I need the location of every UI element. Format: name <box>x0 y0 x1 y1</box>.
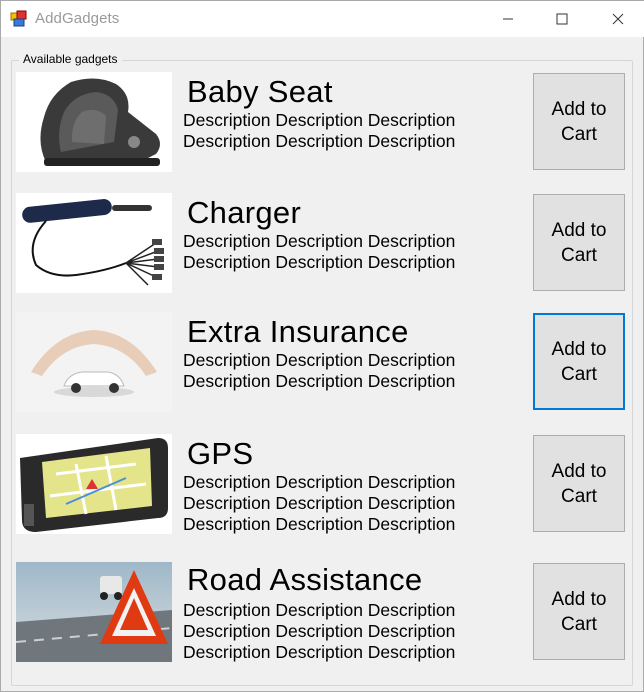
item-description-line: Description Description Description <box>183 231 456 251</box>
item-description-line: Description Description Description <box>183 350 456 370</box>
add-to-cart-button-baby-seat[interactable]: Add to Cart <box>533 73 625 170</box>
item-description-line: Description Description Description <box>183 642 456 662</box>
item-name: Charger <box>187 195 302 230</box>
item-description-line: Description Description Description <box>183 514 456 534</box>
app-window: AddGadgets Available gadgets Baby Seat D… <box>0 0 644 692</box>
item-name: Road Assistance <box>187 562 423 597</box>
charger-image <box>16 193 172 293</box>
maximize-icon <box>556 13 568 25</box>
group-label: Available gadgets <box>19 52 122 66</box>
item-description-line: Description Description Description <box>183 493 456 513</box>
item-description-line: Description Description Description <box>183 600 456 620</box>
item-description-line: Description Description Description <box>183 621 456 641</box>
item-name: GPS <box>187 436 254 471</box>
item-name: Extra Insurance <box>187 314 409 349</box>
add-to-cart-button-gps[interactable]: Add to Cart <box>533 435 625 532</box>
close-button[interactable] <box>595 1 641 37</box>
item-name: Baby Seat <box>187 74 333 109</box>
minimize-icon <box>503 18 513 20</box>
add-to-cart-button-extra-insurance[interactable]: Add to Cart <box>533 313 625 410</box>
title-bar[interactable]: AddGadgets <box>1 1 644 37</box>
item-description-line: Description Description Description <box>183 252 456 272</box>
insurance-image <box>16 312 172 412</box>
add-to-cart-button-road-assistance[interactable]: Add to Cart <box>533 563 625 660</box>
close-icon <box>612 13 624 25</box>
window-title: AddGadgets <box>35 10 120 27</box>
minimize-button[interactable] <box>485 1 531 37</box>
app-icon <box>10 10 27 27</box>
road-assistance-image <box>16 562 172 662</box>
add-to-cart-button-charger[interactable]: Add to Cart <box>533 194 625 291</box>
maximize-button[interactable] <box>539 1 585 37</box>
item-description-line: Description Description Description <box>183 371 456 391</box>
item-description-line: Description Description Description <box>183 131 456 151</box>
baby-seat-image <box>16 72 172 172</box>
item-description-line: Description Description Description <box>183 110 456 130</box>
gps-image <box>16 434 172 534</box>
item-description-line: Description Description Description <box>183 472 456 492</box>
